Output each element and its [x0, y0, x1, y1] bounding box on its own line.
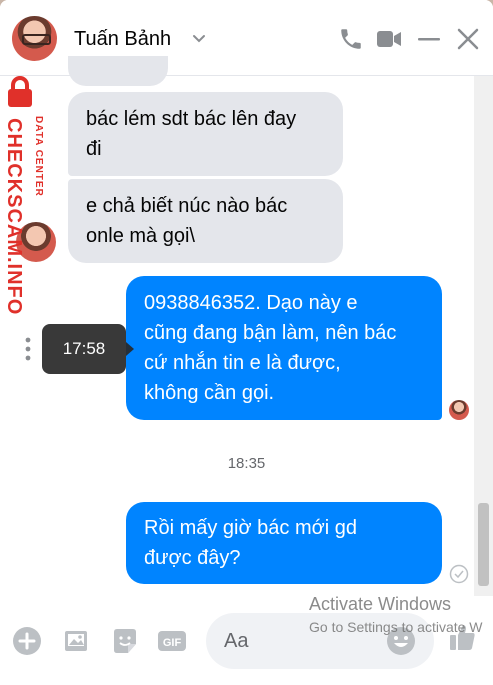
contact-name[interactable]: Tuấn Bảnh: [74, 28, 171, 51]
seen-avatar: [449, 400, 469, 420]
message-input-placeholder: Aa: [224, 630, 249, 652]
message-line: Rồi mấy giờ bác mới gd: [144, 517, 357, 539]
close-icon[interactable]: [455, 26, 481, 52]
minimize-icon[interactable]: [416, 26, 442, 52]
add-icon[interactable]: [12, 626, 42, 656]
gif-icon[interactable]: GIF: [157, 626, 187, 656]
chevron-down-icon[interactable]: [191, 30, 207, 46]
previous-message-bubble[interactable]: [68, 56, 168, 86]
scrollbar-thumb[interactable]: [478, 503, 489, 586]
timestamp-divider: 18:35: [227, 455, 266, 472]
message-bubble-outgoing[interactable]: Rồi mấy giờ bác mới gd được đây?: [126, 502, 442, 584]
lock-icon: [8, 76, 32, 107]
activate-subtitle: Go to Settings to activate W: [309, 619, 483, 635]
message-bubble-incoming[interactable]: e chả biết núc nào bác onle mà gọi\: [68, 179, 343, 263]
video-icon[interactable]: [376, 26, 402, 52]
activate-title: Activate Windows: [309, 594, 452, 614]
watermark-logo: DATA CENTER CHECKSCAM.INFO: [0, 76, 56, 316]
svg-text:GIF: GIF: [163, 637, 182, 649]
message-line: cũng đang bận làm, nên bác: [144, 322, 397, 344]
chat-window: Tuấn Bảnh bác lém sdt bác lên đay đi e c…: [0, 0, 493, 685]
message-line: e chả biết núc nào bác: [86, 195, 288, 217]
sticker-icon[interactable]: [110, 626, 140, 656]
scrollbar[interactable]: [474, 76, 493, 596]
message-line: 0938846352. Dạo này e: [144, 292, 358, 314]
message-line: được đây?: [144, 547, 241, 569]
message-line: onle mà gọi\: [86, 225, 195, 247]
phone-icon[interactable]: [338, 26, 364, 52]
watermark-small-text: DATA CENTER: [33, 116, 44, 197]
more-options-icon[interactable]: [22, 336, 34, 362]
sent-check-icon: [449, 564, 469, 584]
message-line: không cần gọi.: [144, 382, 275, 404]
photo-icon[interactable]: [62, 626, 92, 656]
time-tooltip: 17:58: [42, 324, 134, 374]
message-bubble-outgoing[interactable]: 0938846352. Dạo này e cũng đang bận làm,…: [126, 276, 442, 420]
message-line: đi: [86, 138, 102, 160]
message-line: bác lém sdt bác lên đay: [86, 108, 297, 130]
message-line: cứ nhắn tin e là được,: [144, 352, 341, 374]
watermark-big-text: CHECKSCAM.INFO: [3, 118, 25, 316]
message-bubble-incoming[interactable]: bác lém sdt bác lên đay đi: [68, 92, 343, 176]
activate-windows-overlay: Activate Windows Go to Settings to activ…: [309, 594, 483, 635]
contact-avatar[interactable]: [12, 16, 57, 61]
